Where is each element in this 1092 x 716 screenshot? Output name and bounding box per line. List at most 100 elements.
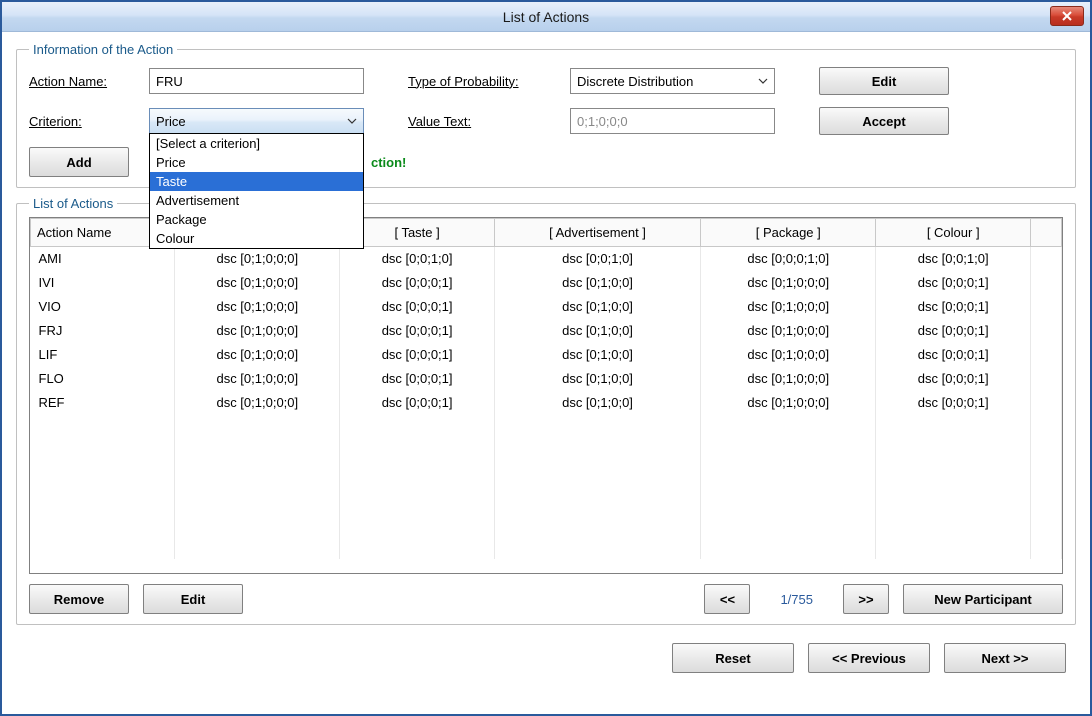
new-participant-button[interactable]: New Participant <box>903 584 1063 614</box>
pager-first-button[interactable]: << <box>704 584 750 614</box>
table-row[interactable]: VIOdsc [0;1;0;0;0]dsc [0;0;0;1]dsc [0;1;… <box>31 295 1062 319</box>
criterion-option[interactable]: Taste <box>150 172 363 191</box>
table-row[interactable]: FRJdsc [0;1;0;0;0]dsc [0;0;0;1]dsc [0;1;… <box>31 319 1062 343</box>
table-row-empty <box>31 511 1062 535</box>
remove-button[interactable]: Remove <box>29 584 129 614</box>
previous-button[interactable]: << Previous <box>808 643 930 673</box>
cell-value: dsc [0;0;0;1] <box>876 343 1031 367</box>
cell-value: dsc [0;0;1;0] <box>340 247 495 271</box>
cell-value: dsc [0;0;0;1] <box>340 271 495 295</box>
column-header[interactable]: [ Advertisement ] <box>494 219 700 247</box>
table-row[interactable]: LIFdsc [0;1;0;0;0]dsc [0;0;0;1]dsc [0;1;… <box>31 343 1062 367</box>
label-value-text: Value Text: <box>408 114 558 129</box>
cell-value: dsc [0;0;0;1] <box>876 319 1031 343</box>
criterion-option[interactable]: Package <box>150 210 363 229</box>
table-row[interactable]: IVIdsc [0;1;0;0;0]dsc [0;0;0;1]dsc [0;1;… <box>31 271 1062 295</box>
content: Information of the Action Action Name: T… <box>2 32 1090 683</box>
cell-value: dsc [0;1;0;0] <box>494 319 700 343</box>
reset-button[interactable]: Reset <box>672 643 794 673</box>
cell-value: dsc [0;0;0;1] <box>340 343 495 367</box>
pager-text: 1/755 <box>764 592 829 607</box>
column-header[interactable]: [ Package ] <box>701 219 876 247</box>
footer-buttons: Reset << Previous Next >> <box>16 643 1076 673</box>
cell-value: dsc [0;1;0;0;0] <box>175 343 340 367</box>
cell-value: dsc [0;0;0;1] <box>876 271 1031 295</box>
table-row-empty <box>31 439 1062 463</box>
list-legend: List of Actions <box>29 196 117 211</box>
cell-value: dsc [0;0;0;1;0] <box>701 247 876 271</box>
table-row-empty <box>31 487 1062 511</box>
chevron-down-icon <box>758 78 768 84</box>
cell-value: dsc [0;1;0;0;0] <box>701 295 876 319</box>
window-title: List of Actions <box>503 9 589 25</box>
next-button[interactable]: Next >> <box>944 643 1066 673</box>
cell-value: dsc [0;1;0;0;0] <box>175 295 340 319</box>
cell-value: dsc [0;1;0;0;0] <box>701 367 876 391</box>
cell-value: dsc [0;1;0;0] <box>494 391 700 415</box>
titlebar: List of Actions <box>2 2 1090 32</box>
cell-value: dsc [0;0;0;1] <box>340 391 495 415</box>
criterion-option[interactable]: [Select a criterion] <box>150 134 363 153</box>
cell-value: dsc [0;1;0;0] <box>494 343 700 367</box>
cell-action-name: AMI <box>31 247 175 271</box>
cell-value: dsc [0;0;0;1] <box>340 367 495 391</box>
criterion-option[interactable]: Colour <box>150 229 363 248</box>
cell-value: dsc [0;0;1;0] <box>494 247 700 271</box>
edit-row-button[interactable]: Edit <box>143 584 243 614</box>
cell-value: dsc [0;1;0;0;0] <box>175 319 340 343</box>
pager-last-button[interactable]: >> <box>843 584 889 614</box>
table-row[interactable]: AMIdsc [0;1;0;0;0]dsc [0;0;1;0]dsc [0;0;… <box>31 247 1062 271</box>
cell-value: dsc [0;1;0;0] <box>494 271 700 295</box>
cell-value: dsc [0;1;0;0;0] <box>701 319 876 343</box>
actions-table: Action Name[ Price ][ Taste ][ Advertise… <box>29 217 1063 574</box>
criterion-option[interactable]: Advertisement <box>150 191 363 210</box>
close-icon <box>1061 9 1073 24</box>
cell-value: dsc [0;1;0;0;0] <box>701 271 876 295</box>
column-header[interactable]: [ Colour ] <box>876 219 1031 247</box>
label-type-probability: Type of Probability: <box>408 74 558 89</box>
cell-action-name: REF <box>31 391 175 415</box>
cell-action-name: IVI <box>31 271 175 295</box>
criterion-select[interactable]: Price <box>149 108 364 134</box>
cell-value: dsc [0;1;0;0;0] <box>701 391 876 415</box>
label-criterion: Criterion: <box>29 114 137 129</box>
cell-value: dsc [0;0;0;1] <box>340 319 495 343</box>
criterion-option[interactable]: Price <box>150 153 363 172</box>
table-row-empty <box>31 463 1062 487</box>
criterion-value: Price <box>156 114 186 129</box>
table-row-empty <box>31 415 1062 439</box>
edit-button[interactable]: Edit <box>819 67 949 95</box>
criterion-dropdown[interactable]: [Select a criterion]PriceTasteAdvertisem… <box>149 133 364 249</box>
cell-value: dsc [0;0;0;1] <box>876 391 1031 415</box>
cell-value: dsc [0;1;0;0;0] <box>175 391 340 415</box>
value-text-input[interactable] <box>570 108 775 134</box>
cell-action-name: LIF <box>31 343 175 367</box>
chevron-down-icon <box>347 118 357 124</box>
info-fieldset: Information of the Action Action Name: T… <box>16 42 1076 188</box>
window: List of Actions Information of the Actio… <box>0 0 1092 716</box>
label-action-name: Action Name: <box>29 74 137 89</box>
accept-button[interactable]: Accept <box>819 107 949 135</box>
cell-value: dsc [0;0;0;1] <box>876 367 1031 391</box>
cell-value: dsc [0;1;0;0] <box>494 367 700 391</box>
cell-value: dsc [0;1;0;0;0] <box>175 247 340 271</box>
status-text: ction! <box>371 155 406 170</box>
type-probability-select[interactable]: Discrete Distribution <box>570 68 775 94</box>
cell-value: dsc [0;1;0;0;0] <box>175 367 340 391</box>
action-name-input[interactable] <box>149 68 364 94</box>
column-header-spacer <box>1031 219 1062 247</box>
add-button[interactable]: Add <box>29 147 129 177</box>
cell-value: dsc [0;0;0;1] <box>340 295 495 319</box>
cell-value: dsc [0;1;0;0] <box>494 295 700 319</box>
cell-action-name: VIO <box>31 295 175 319</box>
cell-action-name: FLO <box>31 367 175 391</box>
table-row[interactable]: REFdsc [0;1;0;0;0]dsc [0;0;0;1]dsc [0;1;… <box>31 391 1062 415</box>
cell-value: dsc [0;0;0;1] <box>876 295 1031 319</box>
list-fieldset: List of Actions Action Name[ Price ][ Ta… <box>16 196 1076 625</box>
close-button[interactable] <box>1050 6 1084 26</box>
table-row[interactable]: FLOdsc [0;1;0;0;0]dsc [0;0;0;1]dsc [0;1;… <box>31 367 1062 391</box>
table-body: AMIdsc [0;1;0;0;0]dsc [0;0;1;0]dsc [0;0;… <box>31 247 1062 559</box>
cell-action-name: FRJ <box>31 319 175 343</box>
cell-value: dsc [0;1;0;0;0] <box>175 271 340 295</box>
info-legend: Information of the Action <box>29 42 177 57</box>
